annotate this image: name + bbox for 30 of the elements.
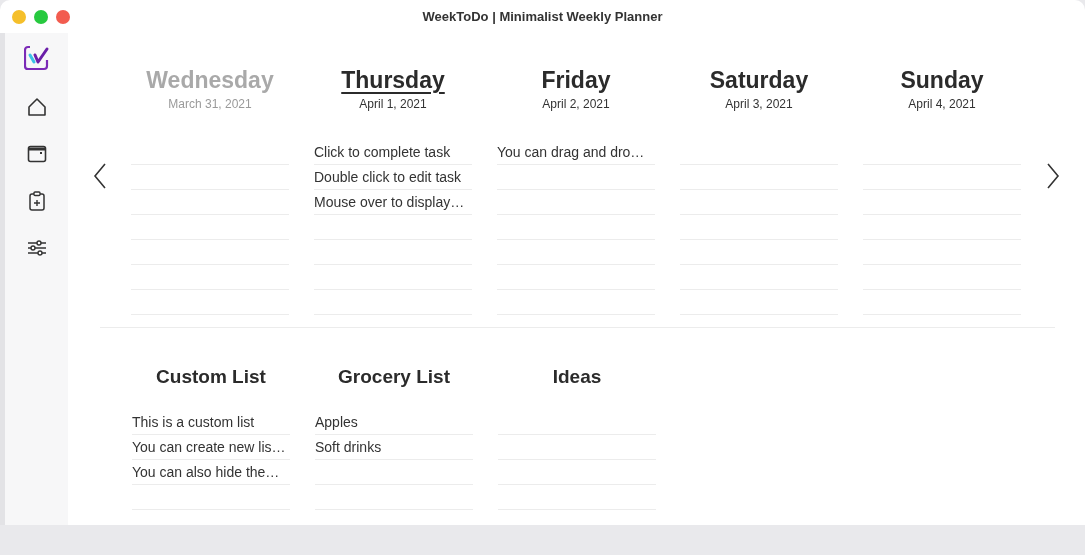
home-icon[interactable]	[25, 96, 48, 118]
calendar-icon[interactable]	[25, 143, 48, 165]
task-item[interactable]: Double click to edit task	[314, 166, 462, 188]
task-item[interactable]: You can drag and dro…	[497, 141, 645, 163]
day-heading: Wednesday	[145, 66, 275, 95]
day-heading: Saturday	[708, 66, 810, 95]
task-item[interactable]: You can create new lis…	[132, 436, 286, 458]
task-item[interactable]: Soft drinks	[315, 436, 382, 458]
close-button[interactable]	[56, 9, 70, 24]
task-item[interactable]: This is a custom list	[132, 411, 255, 433]
day-heading: Thursday	[340, 66, 446, 95]
day-date: April 4, 2021	[907, 96, 977, 113]
list-heading: Custom List	[155, 365, 267, 389]
task-item[interactable]: You can also hide the…	[132, 461, 280, 483]
task-item[interactable]: Apples	[315, 411, 358, 433]
list-heading: Grocery List	[337, 365, 451, 389]
day-date: April 2, 2021	[541, 96, 611, 113]
chevron-right-icon[interactable]	[1046, 163, 1060, 189]
logo-icon[interactable]	[23, 45, 50, 71]
day-heading: Friday	[540, 66, 612, 95]
chevron-left-icon[interactable]	[92, 163, 107, 189]
day-heading: Sunday	[899, 66, 985, 95]
day-date: April 1, 2021	[358, 96, 428, 113]
task-item[interactable]: Mouse over to display…	[314, 191, 465, 213]
list-heading: Ideas	[551, 365, 603, 389]
task-item[interactable]: Click to complete task	[314, 141, 451, 163]
day-date: March 31, 2021	[167, 96, 253, 113]
settings-icon[interactable]	[25, 237, 48, 259]
window-title: WeekToDo | Minimalist Weekly Planner	[422, 7, 663, 26]
day-date: April 3, 2021	[724, 96, 794, 113]
